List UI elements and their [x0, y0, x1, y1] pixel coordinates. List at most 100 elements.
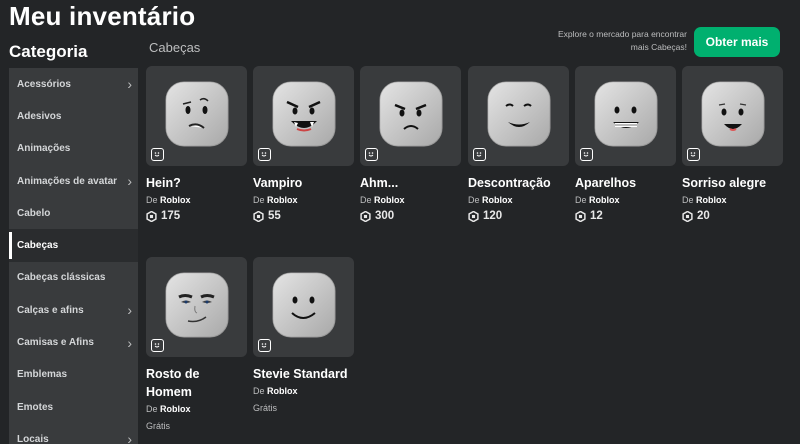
robux-icon — [253, 210, 264, 222]
chevron-right-icon: › — [127, 302, 132, 319]
item-price: Grátis — [146, 421, 248, 431]
robux-icon — [575, 210, 586, 222]
item-price: 175 — [146, 210, 248, 222]
sidebar-item[interactable]: Adesivos — [9, 100, 138, 132]
inventory-item-card[interactable]: Aparelhos De Roblox 12 — [575, 66, 677, 222]
price-value: 300 — [375, 210, 395, 222]
item-creator: De Roblox — [146, 195, 248, 205]
head-item-icon — [258, 339, 271, 352]
price-value: 175 — [161, 210, 181, 222]
chevron-right-icon: › — [127, 173, 132, 190]
sidebar-item[interactable]: Emblemas — [9, 359, 138, 391]
item-thumbnail[interactable] — [146, 66, 247, 166]
page-title: Meu inventário — [9, 1, 196, 31]
section-title: Cabeças — [149, 40, 201, 55]
sidebar-item[interactable]: Cabeças clássicas — [9, 262, 138, 294]
item-creator: De Roblox — [682, 195, 784, 205]
robux-icon — [360, 210, 371, 222]
price-value: 20 — [697, 210, 710, 222]
sidebar-item[interactable]: Calças e afins › — [9, 294, 138, 326]
sidebar-item-label: Emblemas — [17, 369, 68, 381]
inventory-item-card[interactable]: Sorriso alegre De Roblox 20 — [682, 66, 784, 222]
item-thumbnail[interactable] — [253, 66, 354, 166]
sidebar-item[interactable]: Animações — [9, 133, 138, 165]
sidebar-item-label: Animações de avatar — [17, 175, 118, 187]
sidebar-item-label: Acessórios — [17, 78, 71, 90]
item-thumbnail[interactable] — [146, 257, 247, 357]
item-thumbnail[interactable] — [360, 66, 461, 166]
sidebar-item[interactable]: Cabeças — [9, 229, 138, 262]
creator-name[interactable]: Roblox — [374, 195, 405, 205]
get-more-button[interactable]: Obter mais — [694, 27, 780, 57]
creator-prefix: De — [682, 195, 694, 205]
chevron-right-icon: › — [127, 431, 132, 444]
item-price: 20 — [682, 210, 784, 222]
sidebar-item-label: Locais — [17, 433, 49, 444]
inventory-item-card[interactable]: Hein? De Roblox 175 — [146, 66, 248, 222]
creator-name[interactable]: Roblox — [267, 386, 298, 396]
item-price: 12 — [575, 210, 677, 222]
sidebar-item[interactable]: Cabelo — [9, 197, 138, 229]
marketplace-promo-text: Explore o mercado para encontrar mais Ca… — [558, 29, 687, 52]
item-name[interactable]: Vampiro — [253, 174, 355, 192]
creator-prefix: De — [468, 195, 480, 205]
chevron-right-icon: › — [127, 334, 132, 351]
price-value: 120 — [483, 210, 503, 222]
creator-prefix: De — [575, 195, 587, 205]
head-item-icon — [365, 148, 378, 161]
inventory-item-card[interactable]: Descontração De Roblox 120 — [468, 66, 570, 222]
inventory-item-card[interactable]: Ahm... De Roblox 300 — [360, 66, 462, 222]
item-price: 55 — [253, 210, 355, 222]
item-name[interactable]: Hein? — [146, 174, 248, 192]
item-thumbnail[interactable] — [575, 66, 676, 166]
creator-name[interactable]: Roblox — [482, 195, 513, 205]
sidebar-item[interactable]: Camisas e Afins › — [9, 326, 138, 358]
sidebar-item-label: Camisas e Afins — [17, 337, 94, 349]
item-creator: De Roblox — [146, 404, 248, 414]
head-item-icon — [580, 148, 593, 161]
sidebar-item-label: Cabelo — [17, 207, 51, 219]
inventory-item-card[interactable]: Rosto de Homem De Roblox Grátis — [146, 257, 248, 431]
item-name[interactable]: Stevie Standard — [253, 365, 355, 383]
item-price: 300 — [360, 210, 462, 222]
inventory-item-card[interactable]: Stevie Standard De Roblox Grátis — [253, 257, 355, 413]
sidebar-item-label: Calças e afins — [17, 304, 84, 316]
creator-name[interactable]: Roblox — [267, 195, 298, 205]
creator-name[interactable]: Roblox — [160, 195, 191, 205]
price-value: 55 — [268, 210, 281, 222]
creator-name[interactable]: Roblox — [160, 404, 191, 414]
head-item-icon — [151, 339, 164, 352]
robux-icon — [468, 210, 479, 222]
sidebar-item[interactable]: Locais › — [9, 423, 138, 444]
item-name[interactable]: Sorriso alegre — [682, 174, 784, 192]
price-value: Grátis — [253, 403, 278, 413]
robux-icon — [146, 210, 157, 222]
item-price: 120 — [468, 210, 570, 222]
inventory-item-card[interactable]: Vampiro De Roblox 55 — [253, 66, 355, 222]
item-name[interactable]: Descontração — [468, 174, 570, 192]
sidebar-item-label: Emotes — [17, 401, 54, 413]
sidebar-item-label: Animações — [17, 143, 71, 155]
item-price: Grátis — [253, 403, 355, 413]
item-thumbnail[interactable] — [468, 66, 569, 166]
item-thumbnail[interactable] — [682, 66, 783, 166]
category-title: Categoria — [9, 42, 88, 61]
robux-icon — [682, 210, 693, 222]
item-creator: De Roblox — [360, 195, 462, 205]
creator-name[interactable]: Roblox — [696, 195, 727, 205]
sidebar-item-label: Cabeças — [17, 240, 59, 252]
sidebar-item[interactable]: Animações de avatar › — [9, 165, 138, 197]
creator-prefix: De — [253, 195, 265, 205]
head-item-icon — [258, 148, 271, 161]
sidebar-item[interactable]: Acessórios › — [9, 68, 138, 100]
creator-prefix: De — [146, 404, 158, 414]
item-name[interactable]: Rosto de Homem — [146, 365, 248, 401]
sidebar-item[interactable]: Emotes — [9, 391, 138, 423]
item-name[interactable]: Aparelhos — [575, 174, 677, 192]
category-sidebar: Acessórios › Adesivos Animações Animações de… — [9, 68, 138, 444]
creator-name[interactable]: Roblox — [589, 195, 620, 205]
chevron-right-icon: › — [127, 76, 132, 93]
item-name[interactable]: Ahm... — [360, 174, 462, 192]
item-creator: De Roblox — [575, 195, 677, 205]
item-thumbnail[interactable] — [253, 257, 354, 357]
